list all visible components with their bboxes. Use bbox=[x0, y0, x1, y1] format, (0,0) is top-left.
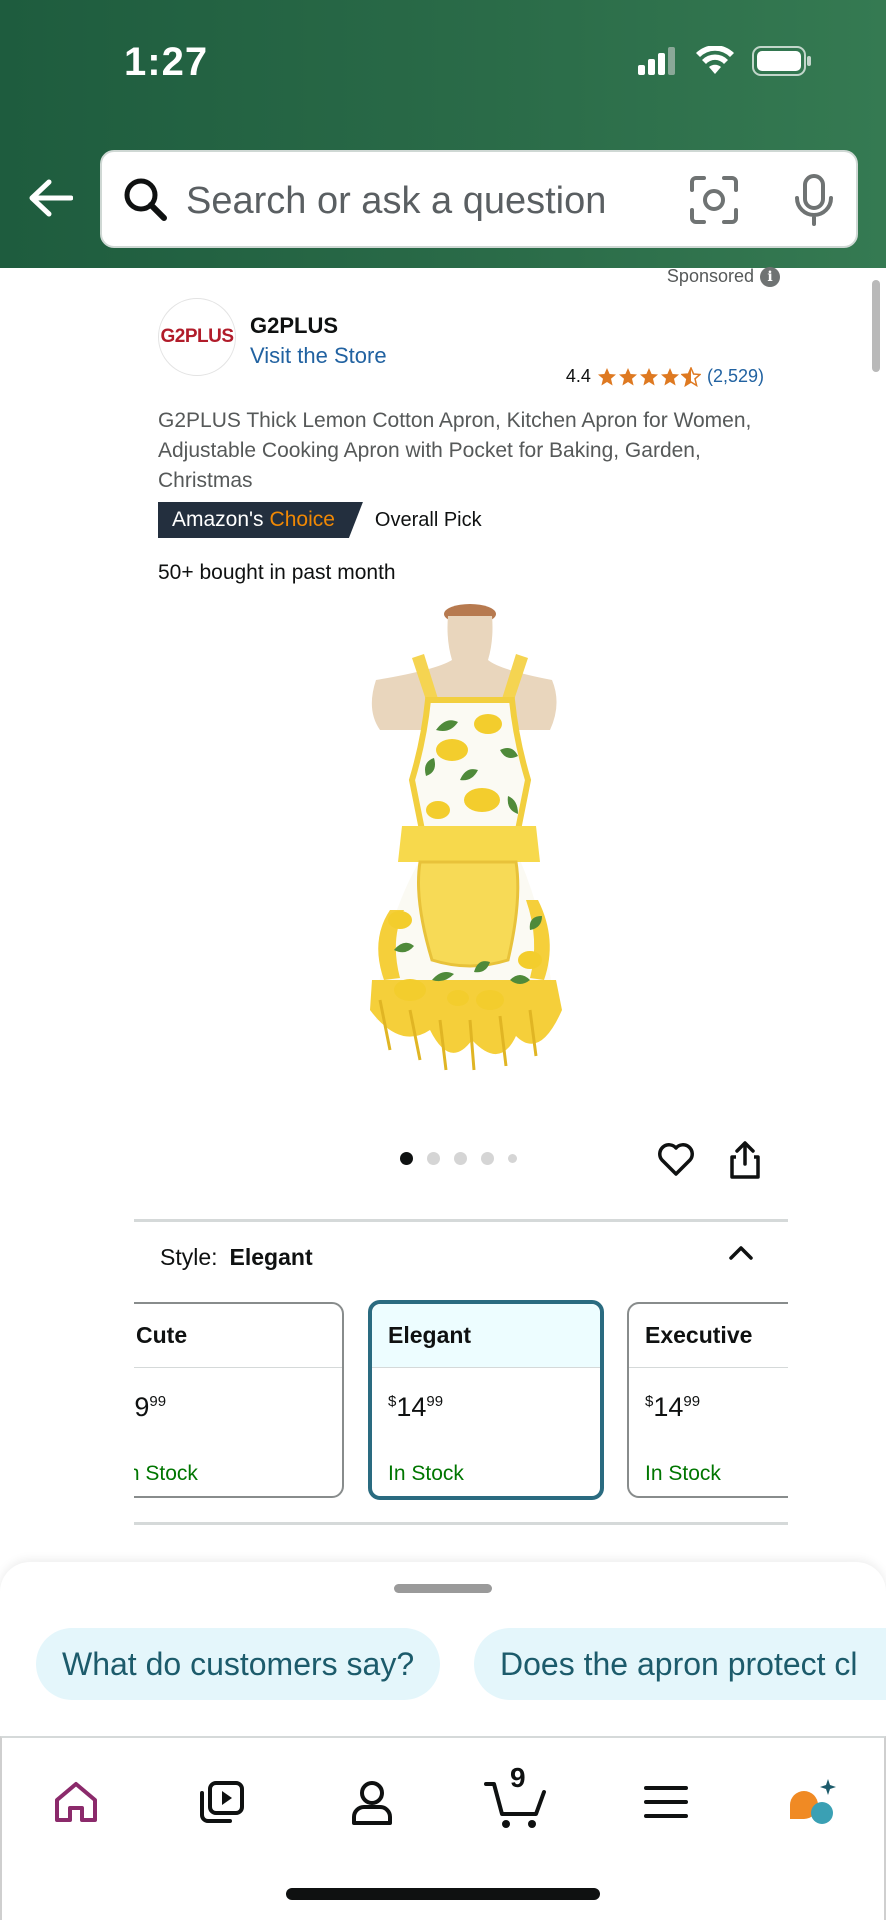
search-bar[interactable]: Search or ask a question bbox=[100, 150, 858, 248]
brand-logo[interactable]: G2PLUS bbox=[158, 298, 236, 376]
microphone-icon[interactable] bbox=[788, 172, 840, 228]
search-placeholder[interactable]: Search or ask a question bbox=[186, 180, 606, 223]
amazons-choice-badge[interactable]: Amazon's Choice bbox=[158, 502, 363, 538]
image-carousel-dots[interactable] bbox=[400, 1152, 517, 1165]
tab-rufus[interactable] bbox=[776, 1766, 848, 1838]
carousel-dot[interactable] bbox=[508, 1154, 517, 1163]
tab-cart[interactable]: 9 bbox=[480, 1762, 552, 1838]
rating-value: 4.4 bbox=[565, 366, 591, 386]
wifi-icon bbox=[696, 46, 734, 74]
star-full-icon bbox=[639, 367, 658, 385]
product-title[interactable]: G2PLUS Thick Lemon Cotton Apron, Kitchen… bbox=[158, 406, 758, 496]
star-full-icon bbox=[597, 367, 616, 385]
bought-in-past-month: 50+ bought in past month bbox=[158, 561, 396, 584]
swatch-name: Executive bbox=[629, 1304, 788, 1368]
divider bbox=[134, 1219, 788, 1222]
app-header: 1:27 Search or ask a question bbox=[0, 0, 886, 268]
product-image[interactable] bbox=[340, 600, 580, 1094]
status-icons bbox=[638, 46, 812, 76]
tab-menu[interactable] bbox=[630, 1766, 702, 1838]
overall-pick-label: Overall Pick bbox=[374, 508, 482, 531]
suggestion-sheet[interactable]: What do customers say? Does the apron pr… bbox=[0, 1562, 886, 1742]
divider bbox=[134, 1522, 788, 1525]
swatch-price: $999 bbox=[134, 1392, 167, 1422]
chevron-up-icon[interactable] bbox=[726, 1238, 756, 1268]
home-indicator[interactable] bbox=[286, 1888, 600, 1900]
badge-prefix: Amazon's bbox=[172, 508, 264, 531]
rufus-icon bbox=[790, 1779, 836, 1824]
sheet-grabber[interactable] bbox=[394, 1584, 492, 1593]
account-icon bbox=[352, 1781, 392, 1825]
suggestion-chip[interactable]: What do customers say? bbox=[36, 1628, 441, 1700]
style-swatch-cute[interactable]: Cute $999 In Stock bbox=[134, 1302, 344, 1498]
star-rating bbox=[597, 366, 701, 387]
carousel-dot[interactable] bbox=[427, 1152, 440, 1165]
style-selector-label: Style: Elegant bbox=[160, 1244, 313, 1271]
tab-video[interactable] bbox=[186, 1766, 258, 1838]
search-icon bbox=[124, 178, 167, 221]
visit-store-link[interactable]: Visit the Store bbox=[250, 343, 387, 369]
rating-summary[interactable]: 4.4 (2,529) bbox=[566, 366, 764, 387]
status-time: 1:27 bbox=[124, 40, 209, 84]
style-selected-value: Elegant bbox=[229, 1244, 313, 1270]
brand-name: G2PLUS bbox=[250, 313, 339, 338]
carousel-dot[interactable] bbox=[481, 1152, 494, 1165]
signal-icon bbox=[638, 47, 675, 75]
swatch-stock: In Stock bbox=[134, 1462, 198, 1485]
style-swatch-executive[interactable]: Executive $1499 In Stock bbox=[627, 1302, 788, 1498]
tab-home[interactable] bbox=[40, 1766, 112, 1838]
back-arrow-icon bbox=[29, 179, 73, 217]
star-full-icon bbox=[618, 367, 637, 385]
style-swatch-elegant[interactable]: Elegant $1499 In Stock bbox=[368, 1300, 604, 1500]
swatch-name: Cute bbox=[134, 1304, 342, 1368]
swatch-stock: In Stock bbox=[388, 1462, 464, 1485]
scroll-indicator[interactable] bbox=[872, 280, 880, 372]
cart-count-badge: 9 bbox=[510, 1762, 526, 1793]
suggestion-chip[interactable]: Does the apron protect cl bbox=[474, 1628, 886, 1700]
sponsored-text: Sponsored bbox=[666, 266, 754, 286]
sponsored-label[interactable]: Sponsored i bbox=[667, 266, 780, 287]
swatch-stock: In Stock bbox=[645, 1462, 721, 1485]
share-icon[interactable] bbox=[728, 1140, 762, 1180]
style-swatch-list[interactable]: Cute $999 In Stock Elegant $1499 In Stoc… bbox=[134, 1298, 788, 1502]
heart-icon[interactable] bbox=[656, 1140, 696, 1178]
star-half-icon bbox=[680, 366, 701, 387]
menu-icon bbox=[644, 1786, 688, 1818]
home-icon bbox=[55, 1782, 97, 1822]
swatch-price: $1499 bbox=[645, 1392, 701, 1422]
carousel-dot[interactable] bbox=[454, 1152, 467, 1165]
carousel-dot[interactable] bbox=[400, 1152, 413, 1165]
camera-search-icon[interactable] bbox=[688, 174, 740, 226]
badge-row: Amazon's Choice Overall Pick bbox=[158, 502, 482, 538]
rating-count[interactable]: (2,529) bbox=[707, 366, 764, 387]
tab-account[interactable] bbox=[336, 1766, 408, 1838]
video-icon bbox=[200, 1781, 244, 1823]
swatch-name: Elegant bbox=[372, 1304, 600, 1368]
battery-icon bbox=[752, 46, 811, 76]
info-icon[interactable]: i bbox=[760, 266, 780, 287]
badge-accent: Choice bbox=[269, 508, 335, 531]
back-button[interactable] bbox=[24, 172, 76, 224]
star-full-icon bbox=[660, 367, 679, 385]
swatch-price: $1499 bbox=[388, 1392, 444, 1422]
style-label-text: Style: bbox=[160, 1244, 218, 1270]
